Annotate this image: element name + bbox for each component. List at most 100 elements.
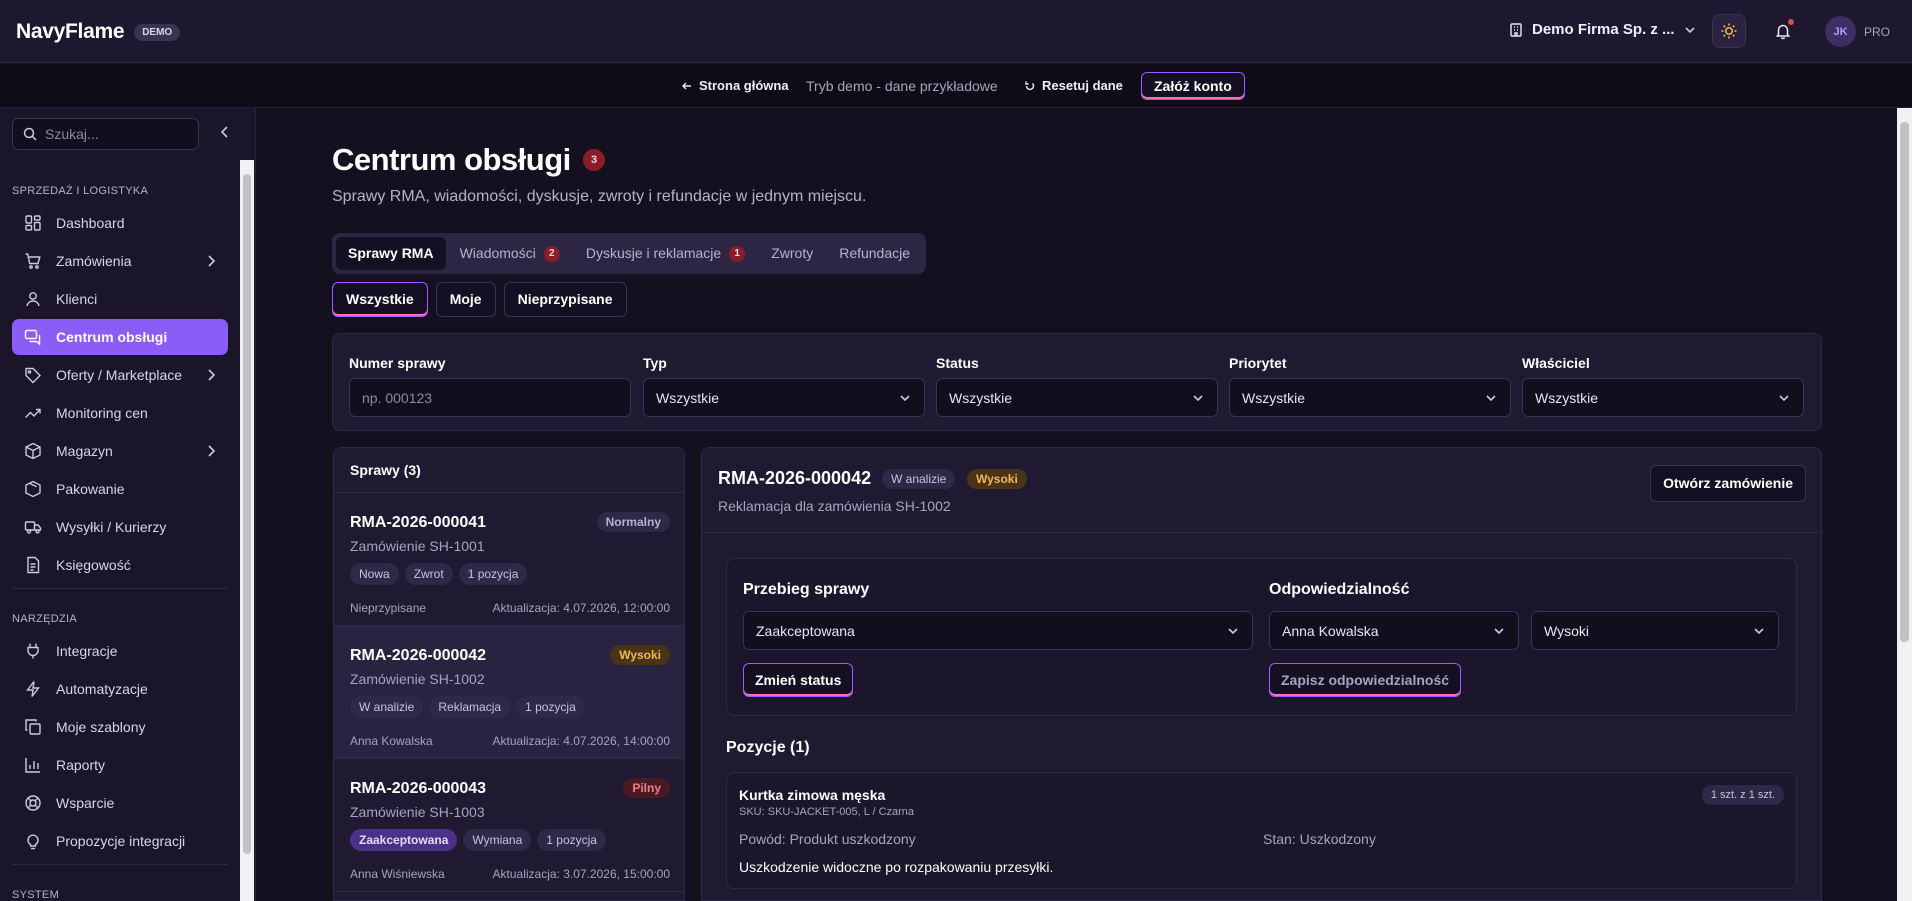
reset-data-label: Resetuj dane: [1042, 78, 1123, 93]
scrollbar-thumb[interactable]: [243, 174, 251, 854]
case-owner: Nieprzypisane: [350, 601, 427, 615]
company-switcher[interactable]: Demo Firma Sp. z ...: [1508, 21, 1697, 38]
quantity-badge: 1 szt. z 1 szt.: [1701, 785, 1784, 805]
product-name: Kurtka zimowa męska: [739, 787, 886, 803]
filter-owner: Właściciel Wszystkie: [1522, 355, 1804, 417]
document-icon: [27, 556, 40, 574]
case-number-input[interactable]: [362, 389, 618, 406]
filter-priority: Priorytet Wszystkie: [1229, 355, 1511, 417]
sidebar-item-offers[interactable]: Oferty / Marketplace: [12, 357, 228, 393]
main-scrollbar[interactable]: [1897, 108, 1912, 901]
sidebar-item-price-monitoring[interactable]: Monitoring cen: [12, 395, 228, 431]
position-card: Kurtka zimowa męska SKU: SKU-JACKET-005,…: [726, 772, 1797, 889]
filter-priority-label: Priorytet: [1229, 355, 1287, 371]
section-label-system: SYSTEM: [12, 889, 60, 901]
sidebar-item-shipping[interactable]: Wysyłki / Kurierzy: [12, 509, 228, 545]
tab-label: Wiadomości: [459, 245, 536, 261]
sidebar-item-automations[interactable]: Automatyzacje: [12, 671, 228, 707]
sidebar-item-label: Integracje: [56, 643, 118, 659]
reset-data-button[interactable]: Resetuj dane: [1024, 78, 1123, 93]
priority-select[interactable]: Wszystkie: [1229, 378, 1511, 417]
sidebar-item-warehouse[interactable]: Magazyn: [12, 433, 228, 469]
section-label-sales: SPRZEDAŻ I LOGISTYKA: [12, 185, 149, 197]
search-input[interactable]: [45, 126, 185, 142]
select-value: Wszystkie: [1535, 389, 1598, 406]
filter-owner-label: Właściciel: [1522, 355, 1590, 371]
sidebar-item-orders[interactable]: Zamówienia: [12, 243, 228, 279]
sidebar-item-packing[interactable]: Pakowanie: [12, 471, 228, 507]
tab-returns[interactable]: Zwroty: [759, 237, 825, 270]
tag-icon: [25, 367, 41, 384]
change-status-button[interactable]: Zmień status: [743, 663, 854, 697]
package-icon: [25, 480, 41, 498]
chevron-down-icon: [1779, 394, 1789, 401]
status-select[interactable]: Zaakceptowana: [743, 611, 1253, 650]
responsibility-title: Odpowiedzialność: [1269, 581, 1410, 598]
case-list-item[interactable]: RMA-2026-000041 Zamówienie SH-1001 Norma…: [334, 493, 684, 626]
case-list-item[interactable]: RMA-2026-000042 Zamówienie SH-1002 Wysok…: [334, 626, 684, 759]
sidebar-item-integration-proposals[interactable]: Propozycje integracji: [12, 823, 228, 859]
case-list-header: Sprawy (3): [334, 448, 684, 493]
plug-icon: [27, 643, 39, 659]
sidebar-item-accounting[interactable]: Księgowość: [12, 547, 228, 583]
sidebar-item-reports[interactable]: Raporty: [12, 747, 228, 783]
sidebar-item-label: Księgowość: [56, 557, 131, 573]
sidebar-divider: [12, 588, 228, 589]
theme-toggle-button[interactable]: [1712, 14, 1746, 48]
owner-select[interactable]: Wszystkie: [1522, 378, 1804, 417]
section-label-tools: NARZĘDZIA: [12, 613, 78, 625]
priority-select[interactable]: Wysoki: [1531, 611, 1779, 650]
case-id: RMA-2026-000041: [350, 514, 487, 531]
tab-discussions[interactable]: Dyskusje i reklamacje 1: [574, 237, 757, 270]
sidebar-item-label: Monitoring cen: [56, 405, 148, 421]
filter-number-field[interactable]: [349, 378, 631, 417]
filter-mine-button[interactable]: Moje: [435, 282, 496, 317]
save-responsibility-button[interactable]: Zapisz odpowiedzialność: [1269, 663, 1462, 697]
sidebar-item-label: Propozycje integracji: [56, 833, 186, 849]
sidebar-item-dashboard[interactable]: Dashboard: [12, 205, 228, 241]
sidebar-item-support[interactable]: Wsparcie: [12, 785, 228, 821]
tab-label: Refundacje: [839, 245, 911, 261]
plan-label: PRO: [1864, 25, 1891, 39]
tab-label: Zwroty: [771, 245, 814, 261]
scrollbar-thumb[interactable]: [1900, 122, 1909, 642]
case-list-item[interactable]: RMA-2026-000043 Zamówienie SH-1003 Pilny…: [334, 759, 684, 892]
sidebar-scrollbar[interactable]: [240, 160, 254, 901]
building-icon: [1510, 22, 1522, 37]
avatar[interactable]: JK: [1825, 16, 1856, 47]
box-icon: [25, 442, 41, 460]
select-value: Wszystkie: [656, 389, 719, 406]
sidebar-item-customers[interactable]: Klienci: [12, 281, 228, 317]
sidebar-search[interactable]: [12, 118, 199, 150]
sidebar-item-templates[interactable]: Moje szablony: [12, 709, 228, 745]
page-title: Centrum obsługi 3: [332, 142, 605, 178]
filter-unassigned-button[interactable]: Nieprzypisane: [503, 282, 627, 317]
tab-refunds[interactable]: Refundacje: [827, 237, 922, 270]
sidebar-item-service-center[interactable]: Centrum obsługi: [12, 319, 228, 355]
open-order-button[interactable]: Otwórz zamówienie: [1650, 465, 1806, 502]
case-detail: RMA-2026-000042 W analizie Wysoki Reklam…: [701, 447, 1822, 901]
select-value: Wysoki: [1544, 622, 1589, 639]
filter-all-button[interactable]: Wszystkie: [332, 282, 428, 317]
register-button[interactable]: Załóż konto: [1141, 72, 1245, 100]
type-tag: Wymiana: [463, 829, 532, 851]
notifications-button[interactable]: [1766, 14, 1800, 48]
tab-label: Sprawy RMA: [348, 245, 434, 261]
type-tag: Zwrot: [404, 563, 453, 585]
position-reason: Powód: Produkt uszkodzony: [739, 831, 916, 847]
owner-select[interactable]: Anna Kowalska: [1269, 611, 1519, 650]
sidebar-item-integrations[interactable]: Integracje: [12, 633, 228, 669]
grid-icon: [25, 215, 41, 231]
select-value: Zaakceptowana: [756, 622, 855, 639]
type-select[interactable]: Wszystkie: [643, 378, 925, 417]
status-select[interactable]: Wszystkie: [936, 378, 1218, 417]
brand[interactable]: NavyFlame DEMO: [16, 20, 181, 44]
tab-messages[interactable]: Wiadomości 2: [448, 237, 572, 270]
home-link[interactable]: Strona główna: [681, 78, 789, 93]
collapse-sidebar-button[interactable]: [218, 125, 232, 142]
trending-up-icon: [25, 408, 41, 418]
chevron-down-icon: [1193, 394, 1203, 401]
cart-icon: [25, 253, 41, 269]
tab-rma[interactable]: Sprawy RMA: [336, 237, 446, 270]
case-tags: Zaakceptowana Wymiana 1 pozycja: [350, 829, 606, 851]
